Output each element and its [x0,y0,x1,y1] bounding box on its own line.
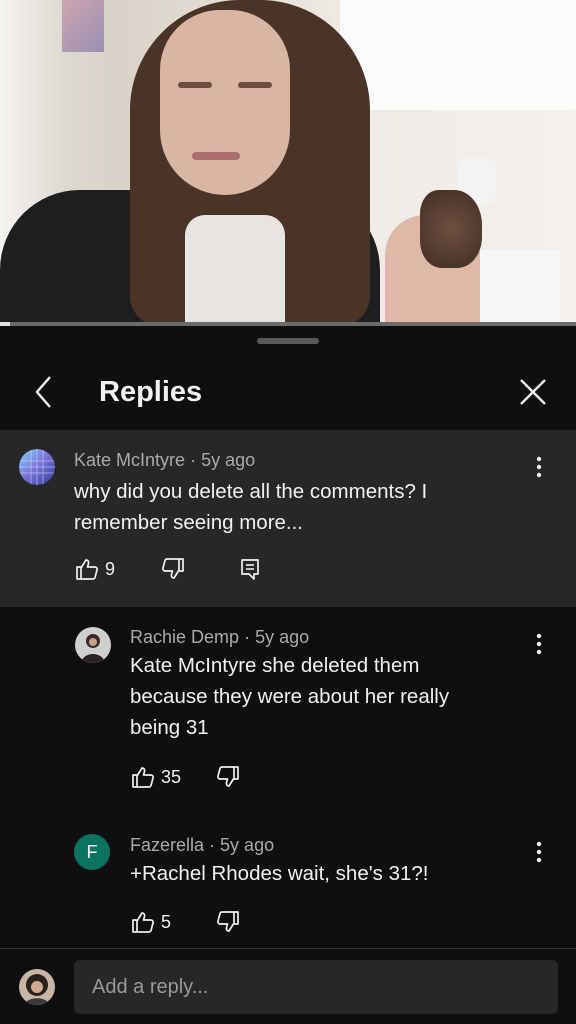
comment-age: 5y ago [220,835,275,855]
comment-text: why did you delete all the comments? I r… [74,476,427,538]
avatar[interactable] [75,627,111,663]
reply-comment: Rachie Demp · 5y ago Kate McIntyre she d… [0,607,576,803]
video-background-window [340,0,576,110]
comment-text-line: remember seeing more... [74,511,304,534]
meta-separator: · [244,627,256,647]
reply-composer [0,949,576,1024]
drag-handle[interactable] [257,338,319,344]
video-cracker [420,190,482,268]
thumbs-up-icon [76,559,98,580]
comment-meta: Fazerella · 5y ago [130,835,274,856]
more-vert-icon [536,633,542,655]
close-button[interactable] [514,373,552,411]
video-person-face [160,10,290,195]
like-button[interactable]: 9 [75,558,115,580]
avatar-letter: F [86,841,98,862]
comment-text: Kate McIntyre she deleted them because t… [130,650,449,743]
reply-input[interactable] [74,960,558,1014]
more-options-button[interactable] [527,629,551,659]
comment-text-line: +Rachel Rhodes wait, she's 31?! [130,862,429,885]
comment-text-line: being 31 [130,716,209,739]
thumbs-up-icon [132,912,154,933]
avatar[interactable]: F [74,834,110,870]
thumbs-down-icon [217,911,239,932]
thumbs-down-icon [162,558,184,579]
comment-author[interactable]: Fazerella [130,835,204,855]
comment-age: 5y ago [255,627,310,647]
video-person-eye-right [238,82,272,88]
like-count: 35 [161,766,182,787]
avatar[interactable] [19,449,55,485]
video-background-poster [62,0,104,52]
replies-sheet: Replies Kate McIntyre · 5y ago why did y… [0,326,576,1024]
comment-meta: Kate McIntyre · 5y ago [74,450,255,471]
like-count: 9 [105,558,116,579]
comment-author[interactable]: Kate McIntyre [74,450,185,470]
back-chevron-icon [35,376,51,408]
user-photo-avatar-icon [19,969,55,1005]
like-count: 5 [161,911,172,932]
like-button[interactable]: 5 [131,911,171,933]
comment-text-line: why did you delete all the comments? I [74,480,428,503]
more-options-button[interactable] [527,837,551,867]
page-title: Replies [99,376,203,408]
comment-text-line: Kate McIntyre she deleted them [130,654,420,677]
video-person-shirt [185,215,285,326]
close-icon [520,379,546,405]
thumbs-up-icon [132,767,154,788]
video-person-eye-left [178,82,212,88]
more-options-button[interactable] [527,452,551,482]
comment-meta: Rachie Demp · 5y ago [130,627,309,648]
more-vert-icon [536,841,542,863]
thumbs-down-icon [217,766,239,787]
comment-age: 5y ago [201,450,256,470]
parent-comment: Kate McIntyre · 5y ago why did you delet… [0,430,576,607]
video-background-nightstand [480,250,560,326]
video-person-mouth [192,152,240,160]
comment-text-line: because they were about her really [130,685,450,708]
replies-header: Replies [0,362,576,426]
person-photo-avatar-icon [75,627,111,663]
dislike-button[interactable] [161,558,185,580]
disco-ball-avatar-icon [19,449,55,485]
reply-button[interactable] [240,558,260,580]
more-vert-icon [536,456,542,478]
current-user-avatar [19,969,55,1005]
meta-separator: · [190,450,202,470]
video-player[interactable] [0,0,576,326]
dislike-button[interactable] [216,766,240,788]
like-button[interactable]: 35 [131,766,181,788]
dislike-button[interactable] [216,911,240,933]
back-button[interactable] [26,374,62,410]
reply-comment: F Fazerella · 5y ago +Rachel Rhodes wait… [0,815,576,948]
comment-author[interactable]: Rachie Demp [130,627,239,647]
reply-comment-icon [241,559,259,580]
comment-text: +Rachel Rhodes wait, she's 31?! [130,858,429,889]
meta-separator: · [209,835,221,855]
